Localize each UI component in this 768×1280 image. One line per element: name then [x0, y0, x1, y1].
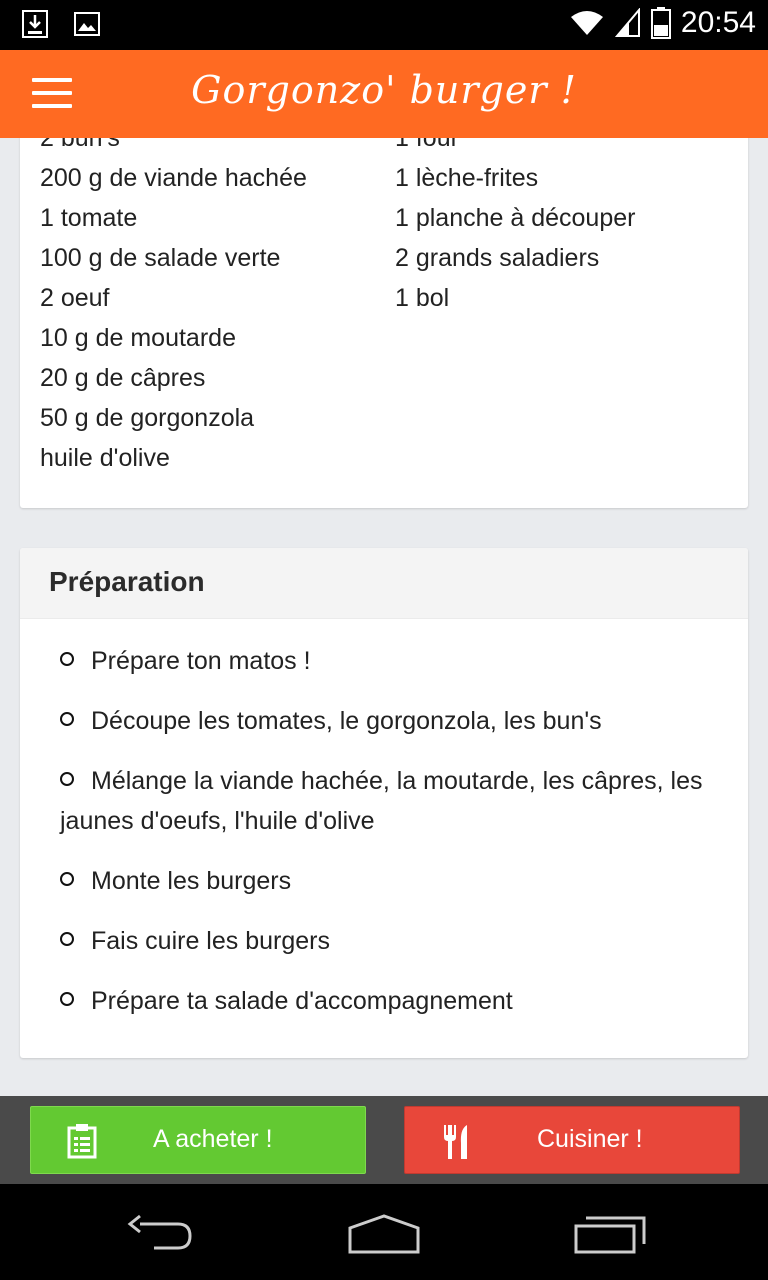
step-item: Fais cuire les burgers — [60, 921, 728, 961]
utensil-item: 2 grands saladiers — [395, 244, 600, 272]
bullet-icon — [60, 712, 74, 727]
utensil-item: 1 four — [395, 138, 459, 152]
cook-button-label: Cuisiner ! — [537, 1125, 643, 1153]
buy-button[interactable]: A acheter ! — [30, 1106, 366, 1174]
navigation-bar — [0, 1184, 768, 1280]
step-item: Prépare ta salade d'accompagnement — [60, 981, 728, 1021]
clipboard-icon — [67, 1124, 97, 1159]
bullet-icon — [60, 652, 74, 667]
ingredient-item: 200 g de viande hachée — [40, 164, 307, 192]
action-bar: A acheter ! Cuisiner ! — [0, 1096, 768, 1184]
ingredient-item: 20 g de câpres — [40, 364, 206, 392]
preparation-card: Préparation Prépare ton matos ! Découpe … — [20, 548, 748, 1058]
preparation-header: Préparation — [20, 548, 748, 619]
app-title: Gorgonzo' burger ! — [191, 68, 577, 112]
step-item: Découpe les tomates, le gorgonzola, les … — [60, 701, 728, 741]
ingredient-item: 50 g de gorgonzola — [40, 404, 255, 432]
ingredient-item: 100 g de salade verte — [40, 244, 281, 272]
bullet-icon — [60, 932, 74, 947]
utensil-item: 1 lèche-frites — [395, 164, 539, 192]
ingredient-item: 2 oeuf — [40, 284, 110, 312]
utensil-item: 1 planche à découper — [395, 204, 636, 232]
preparation-steps: Prépare ton matos ! Découpe les tomates,… — [20, 619, 748, 1021]
bullet-icon — [60, 872, 74, 887]
back-icon[interactable] — [126, 1214, 194, 1252]
cook-button[interactable]: Cuisiner ! — [404, 1106, 740, 1174]
battery-icon — [650, 7, 671, 39]
preparation-title: Préparation — [49, 566, 205, 597]
step-item: Monte les burgers — [60, 861, 728, 901]
buy-button-label: A acheter ! — [153, 1125, 273, 1153]
utensils-list: 1 four 1 lèche-frites 1 planche à découp… — [395, 138, 635, 318]
status-bar: 20:54 — [0, 0, 768, 50]
recipe-content[interactable]: 2 bun's 200 g de viande hachée 1 tomate … — [0, 138, 768, 1096]
ingredient-item: huile d'olive — [40, 444, 170, 472]
ingredient-item: 1 tomate — [40, 204, 138, 232]
recent-apps-icon[interactable] — [574, 1214, 646, 1254]
fork-knife-icon — [444, 1125, 467, 1159]
home-icon[interactable] — [346, 1214, 422, 1254]
signal-icon — [614, 8, 640, 37]
wifi-icon — [570, 11, 603, 35]
bullet-icon — [60, 992, 74, 1007]
step-item: Mélange la viande hachée, la moutarde, l… — [60, 767, 703, 835]
app-bar: Gorgonzo' burger ! — [0, 50, 768, 138]
utensil-item: 1 bol — [395, 284, 450, 312]
image-icon — [74, 12, 100, 36]
ingredients-list: 2 bun's 200 g de viande hachée 1 tomate … — [40, 138, 307, 478]
bullet-icon — [60, 772, 74, 787]
step-item: Prépare ton matos ! — [60, 641, 728, 681]
ingredients-card: 2 bun's 200 g de viande hachée 1 tomate … — [20, 138, 748, 508]
ingredient-item: 10 g de moutarde — [40, 324, 236, 352]
status-time: 20:54 — [680, 6, 756, 39]
download-icon — [22, 10, 48, 38]
ingredient-item: 2 bun's — [40, 138, 120, 152]
